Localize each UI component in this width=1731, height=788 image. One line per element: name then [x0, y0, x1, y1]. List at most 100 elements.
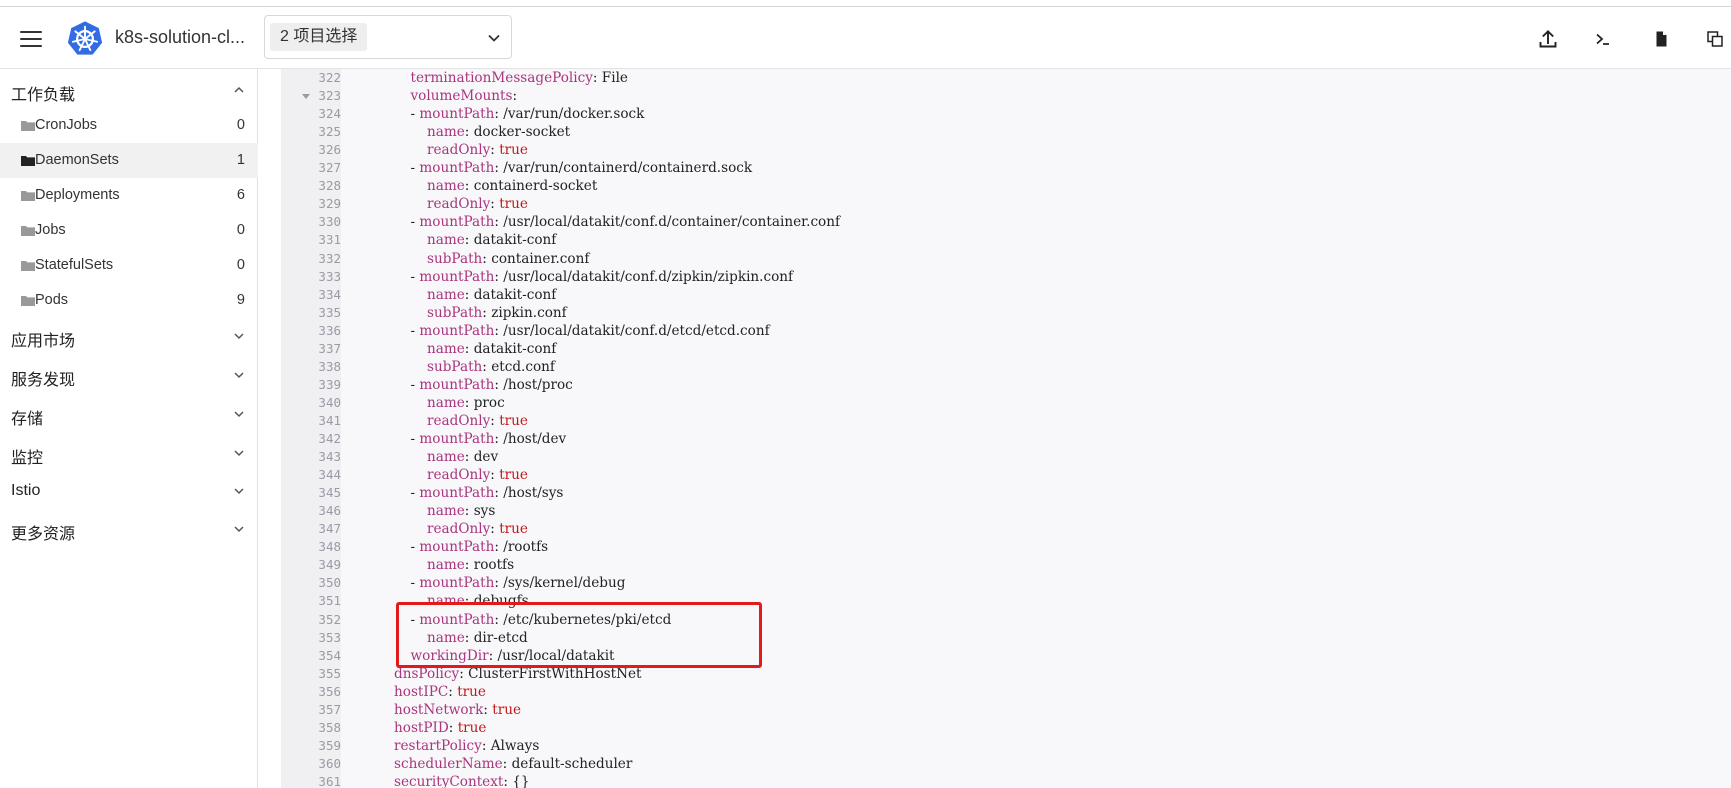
yaml-value: /usr/local/datakit/conf.d/container/cont…: [503, 214, 841, 231]
code-line: name: sys: [427, 502, 495, 520]
file-icon[interactable]: [1649, 27, 1673, 51]
line-number: 342: [318, 431, 341, 446]
folder-icon: [21, 226, 35, 236]
sidebar-group-more-resources[interactable]: 更多资源: [0, 511, 258, 547]
code-line: volumeMounts:: [411, 87, 522, 105]
copy-icon[interactable]: [1703, 27, 1727, 51]
item-count: 0: [236, 257, 245, 273]
namespace-select[interactable]: 2 项目选择: [264, 15, 512, 59]
sidebar-group-service-discovery[interactable]: 服务发现: [0, 357, 258, 393]
kubernetes-logo[interactable]: [66, 20, 104, 58]
yaml-colon: :: [503, 773, 513, 788]
line-number: 351: [318, 593, 341, 609]
line-number: 331: [318, 232, 341, 248]
yaml-value: /sys/kernel/debug: [503, 575, 626, 592]
yaml-colon: :: [464, 394, 474, 411]
code-line: hostNetwork: true: [394, 701, 521, 719]
yaml-colon: :: [459, 665, 469, 682]
line-number: 327: [318, 160, 341, 176]
item-count: 6: [236, 187, 245, 203]
sidebar-item-deployments[interactable]: Deployments 6: [0, 178, 258, 213]
item-count: 0: [236, 117, 245, 133]
sidebar-item-pods[interactable]: Pods 9: [0, 283, 258, 318]
yaml-value: datakit-conf: [473, 232, 557, 249]
yaml-colon: :: [488, 647, 498, 664]
line-number: 361: [318, 773, 341, 788]
line-number: 336: [318, 322, 341, 338]
yaml-editor[interactable]: 322 323 324 325 326 327 328 329 330 331 332 333 334 3…: [281, 69, 1731, 788]
yaml-value: /rootfs: [503, 539, 549, 556]
upload-icon[interactable]: [1536, 27, 1560, 51]
sidebar-group-workloads[interactable]: 工作负载: [0, 72, 258, 108]
yaml-value: default-scheduler: [511, 755, 633, 772]
top-header: k8s-solution-cl... 2 项目选择: [0, 7, 1731, 69]
yaml-value: Always: [490, 737, 540, 754]
yaml-value: /host/proc: [503, 376, 573, 393]
yaml-key: name: [427, 593, 465, 610]
sidebar-group-storage[interactable]: 存储: [0, 396, 258, 432]
yaml-colon: :: [512, 88, 522, 105]
yaml-key: name: [427, 178, 465, 195]
code-line: - mountPath: /etc/kubernetes/pki/etcd: [411, 611, 672, 629]
item-count: 9: [236, 292, 245, 308]
yaml-colon: :: [494, 611, 504, 628]
sidebar-item-cronjobs[interactable]: CronJobs 0: [0, 108, 258, 143]
sidebar-group-monitoring[interactable]: 监控: [0, 435, 258, 471]
line-number: 355: [318, 665, 341, 681]
yaml-value: /usr/local/datakit/conf.d/etcd/etcd.conf: [503, 322, 770, 339]
yaml-key: name: [427, 629, 465, 646]
yaml-value: File: [601, 70, 628, 86]
yaml-colon: :: [483, 701, 493, 718]
yaml-colon: :: [494, 431, 504, 447]
yaml-colon: :: [494, 376, 504, 393]
chevron-down-icon: [234, 411, 244, 418]
code-line: - mountPath: /var/run/containerd/contain…: [411, 159, 753, 177]
yaml-value: true: [492, 701, 522, 718]
chevron-down-icon: [234, 526, 244, 533]
line-number: 329: [318, 196, 341, 212]
yaml-colon: :: [490, 412, 500, 429]
yaml-value: ClusterFirstWithHostNet: [468, 665, 642, 682]
yaml-colon: :: [464, 178, 474, 195]
folder-icon: [21, 156, 35, 166]
line-number: 328: [318, 178, 341, 194]
yaml-key: terminationMessagePolicy: [410, 70, 593, 86]
yaml-key: name: [427, 124, 465, 141]
terminal-icon[interactable]: [1591, 27, 1615, 51]
sidebar-group-app-market[interactable]: 应用市场: [0, 318, 258, 354]
yaml-colon: :: [494, 485, 504, 502]
yaml-value: debugfs: [473, 593, 529, 610]
yaml-key: hostNetwork: [394, 701, 484, 718]
yaml-value: containerd-socket: [473, 178, 598, 195]
line-number: 339: [318, 376, 341, 392]
yaml-value: dir-etcd: [473, 629, 528, 646]
line-number: 346: [318, 503, 341, 519]
yaml-key: mountPath: [419, 268, 495, 285]
hamburger-icon[interactable]: [20, 31, 42, 48]
line-number: 330: [318, 214, 341, 230]
yaml-key: restartPolicy: [394, 737, 482, 754]
code-line: - mountPath: /host/dev: [411, 430, 567, 448]
line-number: 348: [318, 539, 341, 555]
sidebar: 工作负载 CronJobs 0 DaemonSets 1 Deployments…: [0, 69, 258, 788]
yaml-value: true: [499, 412, 528, 429]
code-line: dnsPolicy: ClusterFirstWithHostNet: [394, 665, 642, 683]
item-count: 0: [236, 222, 245, 238]
line-number: 340: [318, 394, 341, 410]
sidebar-group-istio[interactable]: Istio: [0, 473, 258, 509]
sidebar-item-statefulsets[interactable]: StatefulSets 0: [0, 248, 258, 283]
yaml-key: readOnly: [427, 196, 491, 213]
yaml-key: mountPath: [419, 106, 495, 123]
yaml-value: container.conf: [491, 250, 590, 267]
yaml-value: /etc/kubernetes/pki/etcd: [503, 611, 672, 628]
yaml-value: /usr/local/datakit: [497, 647, 615, 664]
yaml-key: name: [427, 286, 465, 303]
yaml-colon: :: [482, 250, 492, 267]
sidebar-item-jobs[interactable]: Jobs 0: [0, 213, 258, 248]
sidebar-item-daemonsets[interactable]: DaemonSets 1: [0, 143, 258, 178]
fold-toggle-icon[interactable]: [302, 93, 310, 101]
line-number: 333: [318, 268, 341, 284]
cluster-name[interactable]: k8s-solution-cl...: [115, 27, 250, 48]
yaml-value: true: [499, 467, 528, 484]
yaml-key: subPath: [427, 250, 483, 267]
